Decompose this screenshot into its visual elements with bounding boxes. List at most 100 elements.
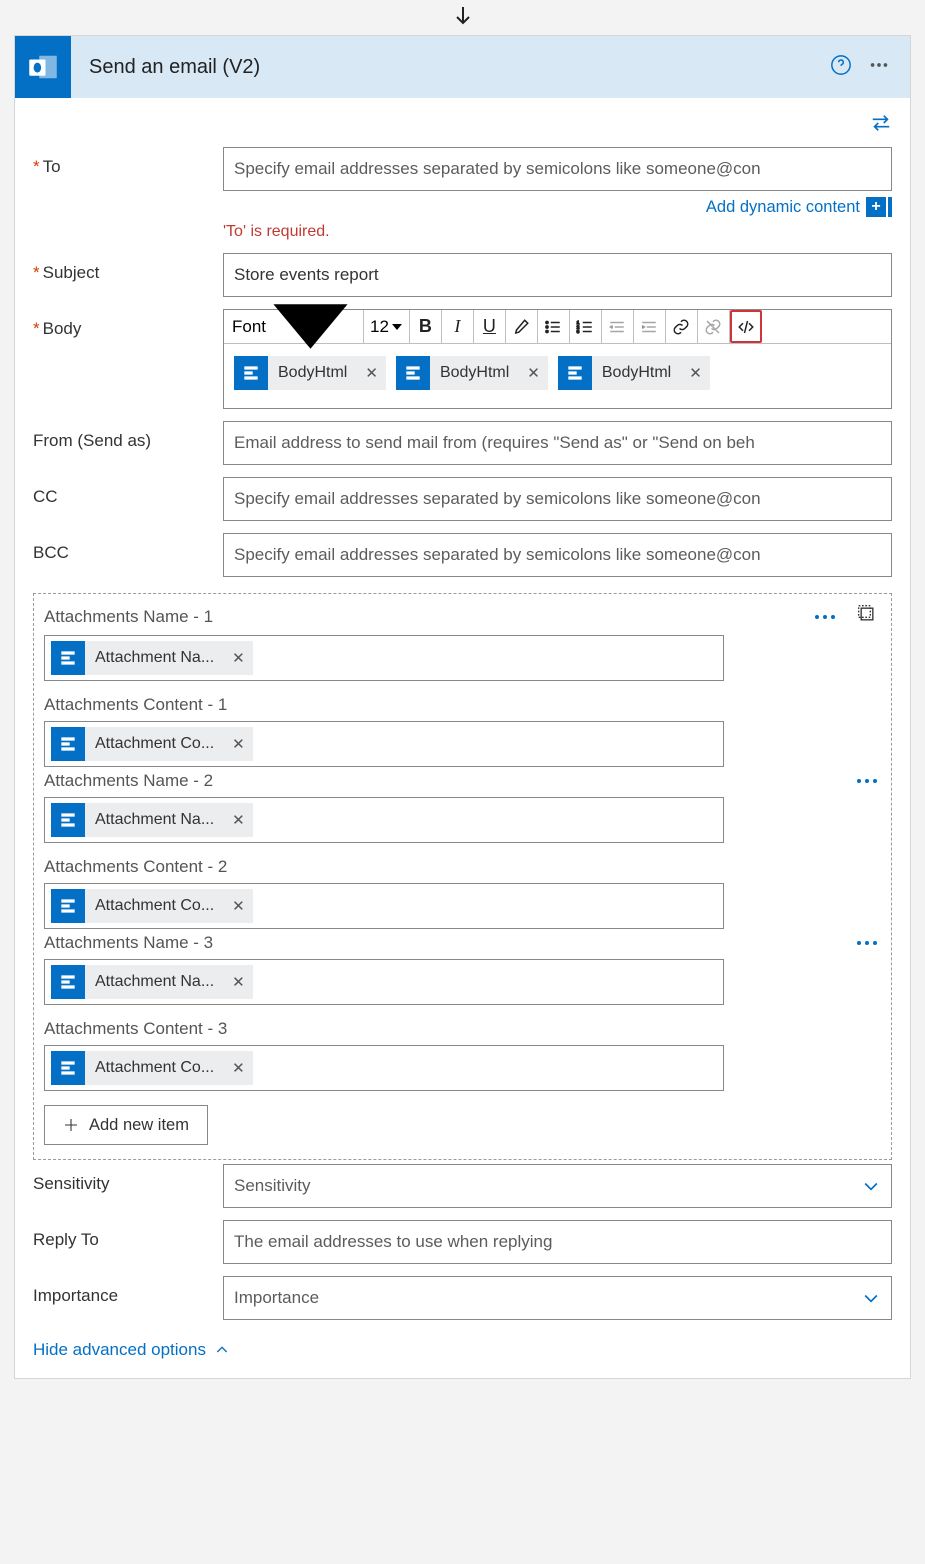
underline-icon[interactable]: U — [474, 310, 506, 343]
item-menu-icon[interactable] — [857, 941, 877, 945]
reply-to-input[interactable] — [223, 1220, 892, 1264]
token-text: BodyHtml — [268, 364, 357, 382]
more-icon[interactable] — [866, 54, 892, 81]
dynamic-token[interactable]: Attachment Na...✕ — [51, 641, 253, 675]
remove-token-icon[interactable]: ✕ — [357, 364, 386, 382]
remove-token-icon[interactable]: ✕ — [224, 1059, 253, 1077]
token-text: Attachment Na... — [85, 973, 224, 991]
to-input[interactable] — [223, 147, 892, 191]
remove-token-icon[interactable]: ✕ — [224, 811, 253, 829]
flow-token-icon — [558, 356, 592, 390]
token-text: Attachment Na... — [85, 811, 224, 829]
token-text: BodyHtml — [592, 364, 681, 382]
dynamic-token[interactable]: Attachment Co...✕ — [51, 889, 253, 923]
field-to: *To Add dynamic content + 'To' is requir… — [33, 147, 892, 241]
hide-advanced-options[interactable]: Hide advanced options — [33, 1340, 230, 1360]
dynamic-token[interactable]: Attachment Na...✕ — [51, 965, 253, 999]
add-new-item-button[interactable]: Add new item — [44, 1105, 208, 1145]
code-view-icon[interactable] — [730, 310, 762, 343]
remove-token-icon[interactable]: ✕ — [681, 364, 710, 382]
bold-icon[interactable]: B — [410, 310, 442, 343]
flow-token-icon — [51, 965, 85, 999]
attachment-name-input[interactable]: Attachment Na...✕ — [44, 959, 724, 1005]
attachment-content-input[interactable]: Attachment Co...✕ — [44, 883, 724, 929]
attachments-block: Attachments Name - 1Attachment Na...✕Att… — [33, 593, 892, 1160]
remove-token-icon[interactable]: ✕ — [224, 897, 253, 915]
attachment-content-header: Attachments Content - 1 — [44, 691, 881, 719]
token-text: Attachment Co... — [85, 735, 224, 753]
to-error: 'To' is required. — [223, 223, 892, 241]
cc-input[interactable] — [223, 477, 892, 521]
remove-token-icon[interactable]: ✕ — [224, 649, 253, 667]
remove-token-icon[interactable]: ✕ — [224, 735, 253, 753]
attachment-content-input[interactable]: Attachment Co...✕ — [44, 721, 724, 767]
attachment-name-header: Attachments Name - 3 — [44, 929, 881, 957]
numbered-list-icon[interactable]: 123 — [570, 310, 602, 343]
font-size-picker[interactable]: 12 — [364, 310, 410, 343]
flow-token-icon — [51, 727, 85, 761]
sensitivity-label: Sensitivity — [33, 1164, 223, 1194]
action-header[interactable]: Send an email (V2) — [15, 36, 910, 98]
field-body: *Body Font 12 B — [33, 309, 892, 409]
token-text: Attachment Co... — [85, 1059, 224, 1077]
field-importance: Importance Importance — [33, 1276, 892, 1320]
flow-token-icon — [51, 1051, 85, 1085]
sensitivity-select[interactable]: Sensitivity — [223, 1164, 892, 1208]
outdent-icon[interactable] — [602, 310, 634, 343]
attachment-content-input[interactable]: Attachment Co...✕ — [44, 1045, 724, 1091]
dynamic-token[interactable]: Attachment Co...✕ — [51, 1051, 253, 1085]
bcc-input[interactable] — [223, 533, 892, 577]
dynamic-token[interactable]: Attachment Co...✕ — [51, 727, 253, 761]
field-subject: *Subject — [33, 253, 892, 297]
flow-token-icon — [51, 641, 85, 675]
add-dynamic-content-link[interactable]: Add dynamic content — [706, 198, 860, 217]
flow-arrow-connector — [0, 0, 925, 35]
dynamic-token[interactable]: Attachment Na...✕ — [51, 803, 253, 837]
importance-label: Importance — [33, 1276, 223, 1306]
token-text: Attachment Co... — [85, 897, 224, 915]
bullet-list-icon[interactable] — [538, 310, 570, 343]
reply-to-label: Reply To — [33, 1220, 223, 1250]
help-icon[interactable] — [830, 54, 852, 81]
swap-view-icon[interactable] — [870, 114, 892, 137]
field-from: From (Send as) — [33, 421, 892, 465]
remove-token-icon[interactable]: ✕ — [519, 364, 548, 382]
field-reply-to: Reply To — [33, 1220, 892, 1264]
add-dynamic-content-button[interactable]: + — [866, 197, 892, 217]
item-menu-icon[interactable] — [857, 779, 877, 783]
remove-token-icon[interactable]: ✕ — [224, 973, 253, 991]
field-sensitivity: Sensitivity Sensitivity — [33, 1164, 892, 1208]
flow-token-icon — [51, 889, 85, 923]
font-picker[interactable]: Font — [224, 310, 364, 343]
body-editor: Font 12 B I U 123 — [223, 309, 892, 409]
editor-toolbar: Font 12 B I U 123 — [224, 310, 891, 344]
switch-array-icon[interactable] — [857, 604, 877, 629]
subject-label: *Subject — [33, 253, 223, 283]
field-bcc: BCC — [33, 533, 892, 577]
attachment-name-input[interactable]: Attachment Na...✕ — [44, 797, 724, 843]
outlook-icon — [15, 36, 71, 98]
action-title: Send an email (V2) — [71, 56, 830, 79]
link-icon[interactable] — [666, 310, 698, 343]
italic-icon[interactable]: I — [442, 310, 474, 343]
font-color-icon[interactable] — [506, 310, 538, 343]
dynamic-token[interactable]: BodyHtml✕ — [396, 356, 548, 390]
token-text: BodyHtml — [430, 364, 519, 382]
dynamic-token[interactable]: BodyHtml✕ — [558, 356, 710, 390]
svg-text:3: 3 — [577, 329, 580, 334]
action-card: Send an email (V2) *To Add dynamic — [14, 35, 911, 1379]
unlink-icon[interactable] — [698, 310, 730, 343]
body-label: *Body — [33, 309, 223, 339]
indent-icon[interactable] — [634, 310, 666, 343]
attachment-name-header: Attachments Name - 1 — [44, 600, 881, 633]
dynamic-token[interactable]: BodyHtml✕ — [234, 356, 386, 390]
item-menu-icon[interactable] — [815, 615, 835, 619]
flow-token-icon — [396, 356, 430, 390]
attachment-content-header: Attachments Content - 3 — [44, 1015, 881, 1043]
from-input[interactable] — [223, 421, 892, 465]
to-label: *To — [33, 147, 223, 177]
flow-token-icon — [51, 803, 85, 837]
importance-select[interactable]: Importance — [223, 1276, 892, 1320]
attachment-name-input[interactable]: Attachment Na...✕ — [44, 635, 724, 681]
field-cc: CC — [33, 477, 892, 521]
